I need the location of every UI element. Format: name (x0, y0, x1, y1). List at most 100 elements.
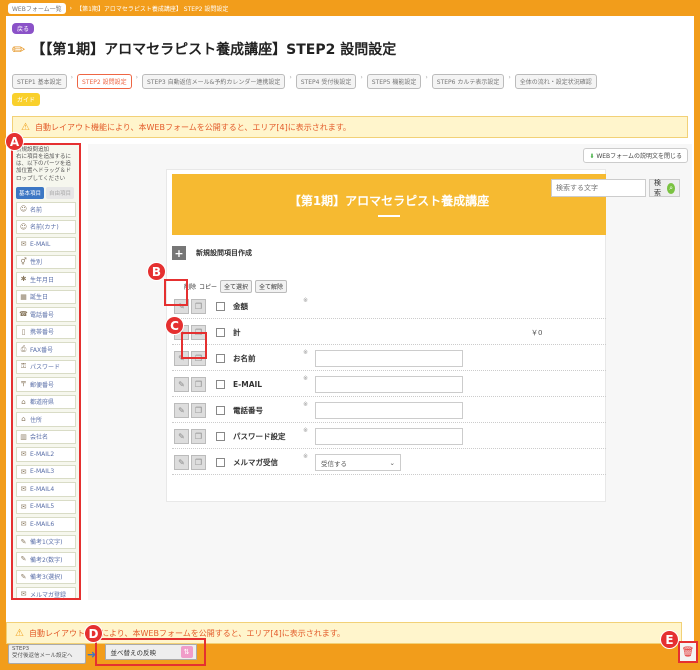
row-checkbox[interactable] (216, 302, 225, 311)
step3-button[interactable]: STEP3 受付後返信メール設定へ (8, 644, 86, 664)
sidebar-item-part[interactable]: ⚥ 性別 (16, 254, 76, 269)
sidebar-item-part[interactable]: ☎ 電話番号 (16, 307, 76, 322)
notice-text: 自動レイアウト機能により、本WEBフォームを公開すると、エリア[4]に表示されま… (34, 122, 351, 132)
sidebar-item-part[interactable]: ☺ 名前(カナ) (16, 219, 76, 234)
sidebar-item-part[interactable]: ✉ E-MAIL2 (16, 447, 76, 462)
mobile-icon: ▯ (21, 327, 26, 336)
back-button[interactable]: 戻る (12, 23, 35, 34)
edit-pencil-button[interactable]: ✎ (174, 429, 189, 444)
text-input-field[interactable] (315, 350, 463, 367)
reflect-highlight: 並べ替えの反映 ⇅ (95, 638, 206, 666)
mail-icon: ✉ (20, 450, 27, 459)
close-description-label: WEBフォームの説明文を閉じる (596, 153, 682, 160)
sidebar-item-label: 会社名 (30, 434, 49, 442)
copy-item-button[interactable]: ❐ (191, 299, 206, 314)
highlight-copy-button (181, 332, 207, 359)
required-mark: ※ (303, 427, 309, 434)
sidebar-item-label: 誕生日 (30, 294, 49, 302)
edit-pencil-button[interactable]: ✎ (174, 377, 189, 392)
search-input[interactable] (551, 179, 646, 197)
guide-button[interactable]: ガイド (12, 93, 41, 106)
sidebar-item-label: FAX番号 (30, 346, 54, 354)
step-separator: › (508, 74, 511, 81)
required-mark: ※ (303, 401, 309, 408)
sidebar-item-part[interactable]: ⌂ 住所 (16, 412, 76, 427)
sidebar-item-part[interactable]: ✎ 備考3(選択) (16, 569, 76, 584)
question-label: E-MAIL (233, 380, 263, 389)
sidebar-item-label: 郵便番号 (30, 381, 55, 389)
newsletter-select[interactable]: 受信する ⌄ (315, 454, 401, 471)
step-tab-5[interactable]: STEP5 機能設定 (366, 74, 422, 89)
sidebar-item-label: メルマガ登録 (30, 591, 67, 599)
sidebar-item-part[interactable]: ✎ 備考2(数字) (16, 552, 76, 567)
step-tab-6[interactable]: STEP6 カルテ表示設定 (431, 74, 505, 89)
reflect-order-button[interactable]: 並べ替えの反映 ⇅ (104, 644, 197, 660)
row-checkbox[interactable] (216, 432, 225, 441)
sidebar-item-part[interactable]: ✉ E-MAIL6 (16, 517, 76, 532)
text-input-field[interactable] (315, 402, 463, 419)
step-tab-3[interactable]: STEP3 自動返信メール&予約カレンダー連携設定 (142, 74, 286, 89)
question-row: ✎ ❐ E-MAIL ※ (172, 373, 606, 397)
breadcrumb-form-list[interactable]: WEBフォーム一覧 (8, 2, 66, 14)
row-checkbox[interactable] (216, 406, 225, 415)
mail-icon: ✉ (20, 485, 27, 494)
edit-pencil-button[interactable]: ✎ (174, 455, 189, 470)
tab-custom-items[interactable]: 自由項目 (46, 187, 75, 199)
required-mark: ※ (303, 297, 309, 304)
sidebar-item-label: 備考3(選択) (30, 574, 63, 582)
sidebar-item-part[interactable]: ⚿ パスワード (16, 359, 76, 374)
sidebar-item-part[interactable]: ✉ E-MAIL5 (16, 499, 76, 514)
sidebar-item-label: 備考1(文字) (30, 539, 63, 547)
sidebar-item-part[interactable]: ☺ 名前 (16, 202, 76, 217)
sidebar-item-part[interactable]: ⎙ FAX番号 (16, 342, 76, 357)
address-icon: ⌂ (21, 415, 26, 424)
row-checkbox[interactable] (216, 354, 225, 363)
clear-all-button[interactable]: 全て解除 (255, 280, 288, 293)
company-icon: ▥ (20, 432, 27, 441)
close-description-button[interactable]: ⬇ WEBフォームの説明文を閉じる (583, 148, 688, 163)
sidebar-item-label: 性別 (30, 259, 43, 267)
copy-item-button[interactable]: ❐ (191, 377, 206, 392)
step-separator: › (289, 74, 292, 81)
row-checkbox[interactable] (216, 380, 225, 389)
copy-item-button[interactable]: ❐ (191, 403, 206, 418)
step-tab-2[interactable]: STEP2 設問設定 (77, 74, 132, 89)
row-checkbox[interactable] (216, 458, 225, 467)
step-tab-7[interactable]: 全体の流れ・設定状況確認 (514, 74, 597, 89)
select-all-button[interactable]: 全て選択 (220, 280, 253, 293)
copy-item-button[interactable]: ❐ (191, 429, 206, 444)
note-icon: ✎ (20, 537, 27, 546)
form-preview-panel: 【第1期】アロマセラピスト養成講座 検索⌕ + 新規設問項目作成 削除 コピー … (166, 169, 680, 502)
sidebar-item-part[interactable]: ✉ メルマガ登録 (16, 587, 76, 599)
sidebar-item-part[interactable]: ▥ 会社名 (16, 429, 76, 444)
search-button[interactable]: 検索 ⌕ (649, 179, 680, 197)
edit-pencil-button[interactable]: ✎ (174, 403, 189, 418)
required-mark: ※ (303, 349, 309, 356)
text-input-field[interactable] (315, 376, 463, 393)
copy-action[interactable]: コピー (199, 282, 217, 291)
text-input-field[interactable] (315, 428, 463, 445)
row-checkbox[interactable] (216, 328, 225, 337)
sidebar-item-part[interactable]: 〒郵便番号 (16, 377, 76, 392)
tab-basic-items[interactable]: 基本項目 (16, 187, 45, 199)
sidebar-item-part[interactable]: ✎ 備考1(文字) (16, 534, 76, 549)
sidebar-item-part[interactable]: ✱ 生年月日 (16, 272, 76, 287)
copy-item-button[interactable]: ❐ (191, 455, 206, 470)
sidebar-item-part[interactable]: ✉ E-MAIL4 (16, 482, 76, 497)
new-question-row[interactable]: + 新規設問項目作成 (172, 246, 252, 260)
sidebar-item-part[interactable]: ▦ 誕生日 (16, 289, 76, 304)
postal-icon: 〒 (20, 380, 27, 389)
step-tab-4[interactable]: STEP4 受付後設定 (295, 74, 357, 89)
sidebar-item-part[interactable]: ▯ 携帯番号 (16, 324, 76, 339)
sidebar-item-part[interactable]: ⌂ 都道府県 (16, 394, 76, 409)
sidebar-item-label: パスワード (30, 364, 61, 372)
sidebar-item-label: E-MAIL (30, 240, 51, 248)
sidebar-item-label: 備考2(数字) (30, 556, 63, 564)
sidebar-item-part[interactable]: ✉ E-MAIL (16, 237, 76, 252)
search-button-label: 検索 (654, 179, 661, 197)
sidebar-item-part[interactable]: ✉ E-MAIL3 (16, 464, 76, 479)
required-mark: ※ (303, 375, 309, 382)
trash-button[interactable]: 🗑 (678, 641, 698, 663)
step-tab-1[interactable]: STEP1 基本設定 (12, 74, 67, 89)
sidebar-description: 新規設問追加 右に項目を追加するには、以下のパーツを追加位置へドラッグ＆ドロップ… (16, 147, 72, 182)
